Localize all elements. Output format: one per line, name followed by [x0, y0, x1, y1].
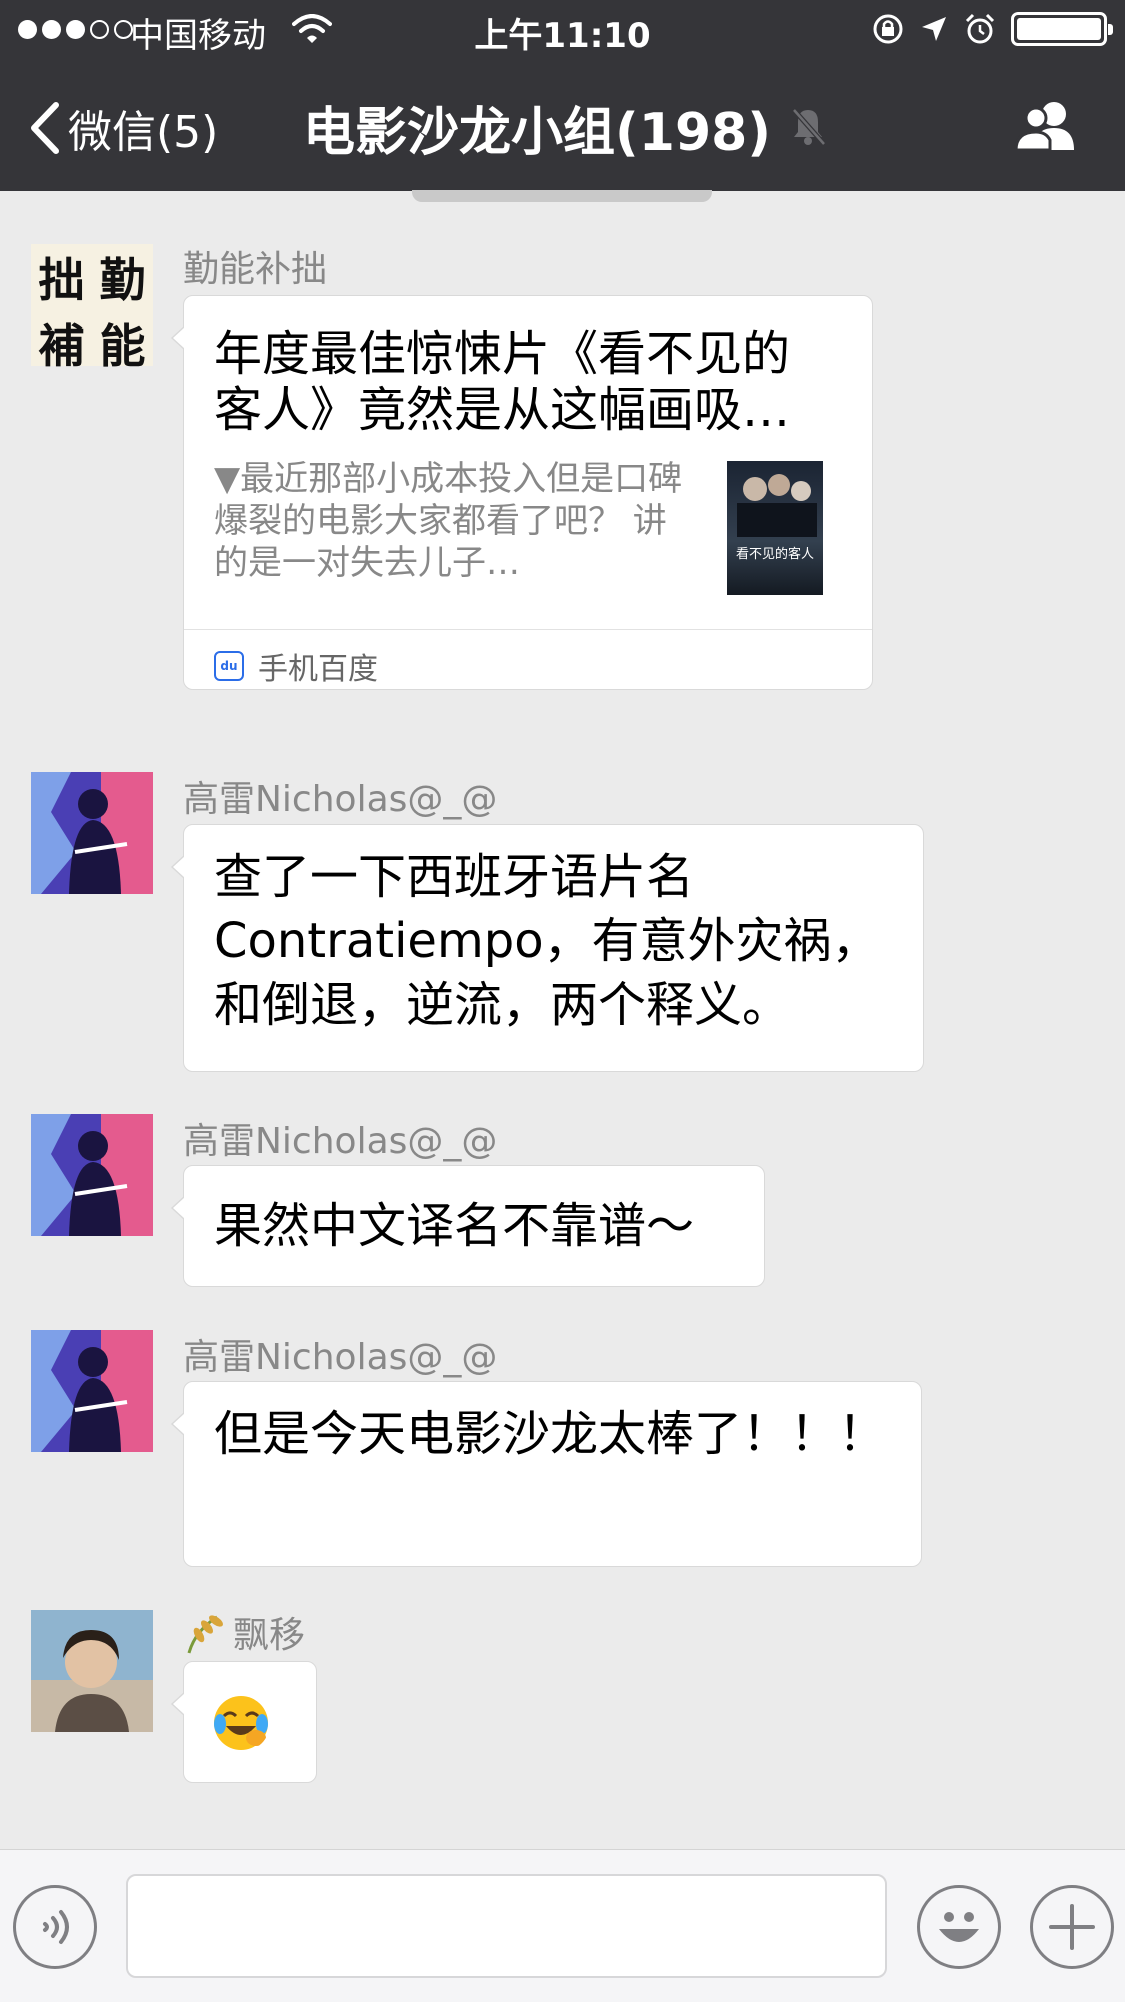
link-thumbnail: 看不见的客人 [727, 461, 823, 595]
sender-name: 勤能补拙 [183, 249, 328, 290]
status-bar: 中国移动 上午11:10 [0, 0, 1125, 60]
avatar[interactable] [31, 1610, 153, 1732]
link-description: ▼最近那部小成本投入但是口碑爆裂的电影大家都看了吧？ 讲的是一对失去儿子… [214, 459, 683, 583]
more-button[interactable] [1030, 1885, 1114, 1969]
sender-name: 高雷Nicholas@_@ [183, 1121, 498, 1162]
orientation-lock-icon [873, 14, 903, 44]
link-source: du 手机百度 [214, 644, 378, 688]
sender-name: 飘移 [183, 1606, 305, 1664]
crying-laughing-emoji-icon [214, 1696, 268, 1750]
chat-title: 电影沙龙小组(198) [303, 103, 772, 163]
back-label: 微信(5) [68, 107, 219, 158]
smiley-icon [939, 1912, 979, 1942]
avatar[interactable] [31, 1114, 153, 1236]
group-members-icon[interactable] [1012, 98, 1084, 154]
wheat-icon [183, 1611, 229, 1664]
back-button[interactable]: 微信(5) [28, 96, 218, 160]
divider [184, 629, 872, 630]
emoji-button[interactable] [917, 1885, 1001, 1969]
voice-icon [43, 1910, 69, 1944]
message-bubble[interactable]: 查了一下西班牙语片名Contratiempo，有意外灾祸，和倒退，逆流，两个释义… [171, 824, 924, 1072]
pull-tab [412, 190, 712, 202]
message-bubble[interactable] [171, 1661, 317, 1783]
battery-icon [1011, 12, 1113, 46]
alarm-icon [965, 13, 995, 44]
message-input[interactable] [126, 1874, 887, 1978]
sender-name: 高雷Nicholas@_@ [183, 779, 498, 820]
message-text: 但是今天电影沙龙太棒了！！！ [214, 1406, 887, 1462]
voice-button[interactable] [13, 1885, 97, 1969]
avatar[interactable]: 拙 勤 補 能 [31, 244, 153, 373]
chevron-left-icon [31, 102, 59, 154]
nav-bar: 微信(5) 电影沙龙小组(198) [0, 60, 1125, 191]
input-bar [0, 1849, 1125, 2002]
message-text: 查了一下西班牙语片名Contratiempo，有意外灾祸，和倒退，逆流，两个释义… [214, 849, 880, 1033]
avatar[interactable] [31, 1330, 153, 1452]
muted-bell-icon [792, 108, 826, 146]
plus-icon [1049, 1904, 1095, 1950]
message-bubble[interactable]: 但是今天电影沙龙太棒了！！！ [171, 1381, 922, 1567]
movie-poster-image [737, 474, 817, 537]
message-text: 果然中文译名不靠谱～ [214, 1198, 695, 1254]
link-card[interactable]: 年度最佳惊悚片《看不见的客人》竟然是从这幅画吸… ▼最近那部小成本投入但是口碑爆… [171, 295, 873, 690]
source-label: 手机百度 [258, 652, 378, 687]
sender-name: 高雷Nicholas@_@ [183, 1337, 498, 1378]
top-bar: 中国移动 上午11:10 微信(5) 电影沙龙小组(198) [0, 0, 1125, 191]
link-title: 年度最佳惊悚片《看不见的客人》竟然是从这幅画吸… [214, 326, 791, 438]
avatar[interactable] [31, 772, 153, 894]
location-icon [922, 17, 946, 41]
baidu-icon: du [214, 651, 244, 681]
message-bubble[interactable]: 果然中文译名不靠谱～ [171, 1165, 765, 1287]
